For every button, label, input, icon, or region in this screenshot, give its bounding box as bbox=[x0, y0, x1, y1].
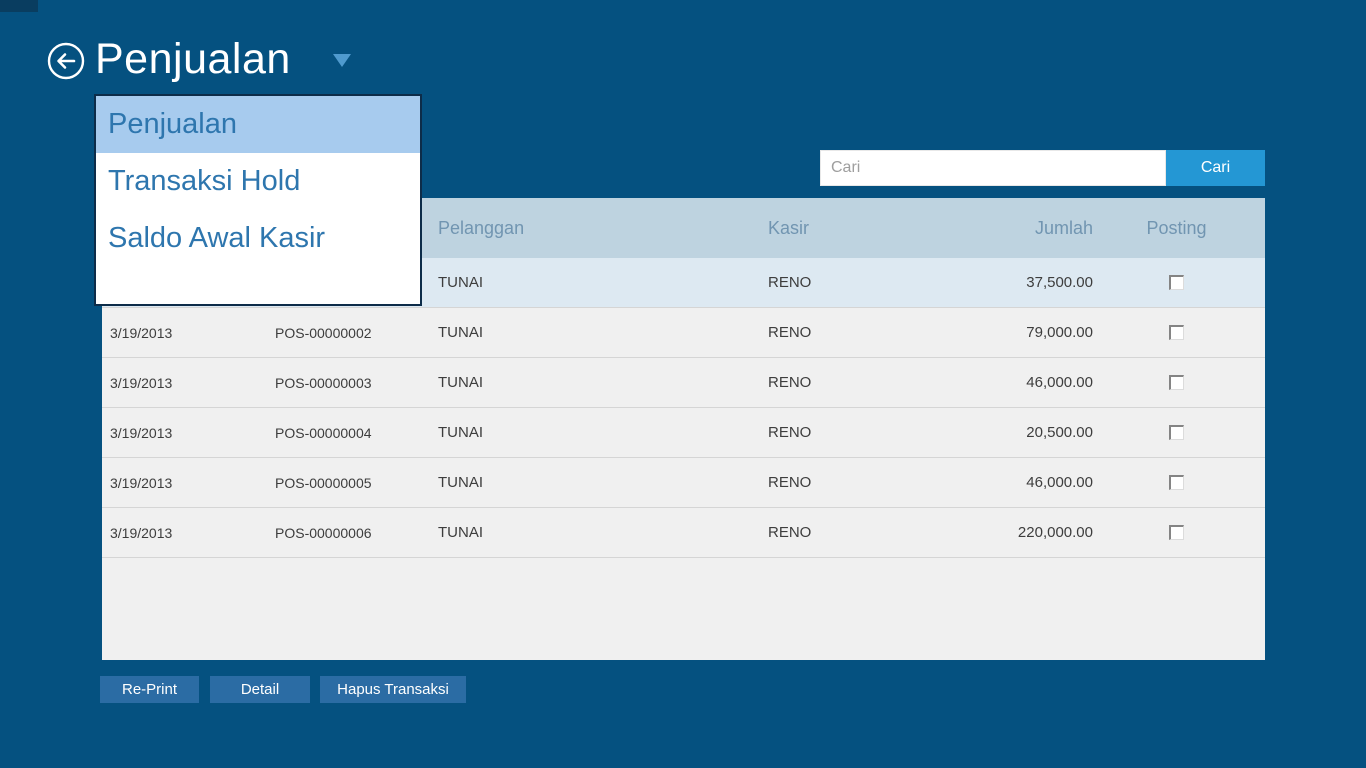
search-button[interactable]: Cari bbox=[1166, 150, 1265, 186]
back-button[interactable] bbox=[47, 42, 85, 80]
table-row[interactable]: 3/19/2013 POS-00000002 TUNAI RENO 79,000… bbox=[102, 308, 1265, 358]
cell-transaction-no: POS-00000003 bbox=[267, 375, 432, 391]
chevron-down-icon[interactable] bbox=[333, 54, 351, 67]
cell-date: 3/19/2013 bbox=[102, 425, 267, 441]
posting-checkbox[interactable] bbox=[1169, 475, 1184, 490]
header-posting: Posting bbox=[1102, 218, 1265, 239]
cell-kasir: RENO bbox=[762, 274, 932, 291]
cell-pelanggan: TUNAI bbox=[432, 374, 762, 391]
cell-jumlah: 220,000.00 bbox=[932, 524, 1102, 541]
posting-checkbox[interactable] bbox=[1169, 525, 1184, 540]
posting-checkbox[interactable] bbox=[1169, 375, 1184, 390]
cell-pelanggan: TUNAI bbox=[432, 324, 762, 341]
search-input[interactable] bbox=[820, 150, 1166, 186]
cell-pelanggan: TUNAI bbox=[432, 524, 762, 541]
cell-jumlah: 20,500.00 bbox=[932, 424, 1102, 441]
page-title[interactable]: Penjualan bbox=[95, 28, 291, 90]
cell-kasir: RENO bbox=[762, 474, 932, 491]
detail-button[interactable]: Detail bbox=[210, 676, 310, 703]
cell-pelanggan: TUNAI bbox=[432, 474, 762, 491]
posting-checkbox[interactable] bbox=[1169, 275, 1184, 290]
cell-pelanggan: TUNAI bbox=[432, 274, 762, 291]
cell-date: 3/19/2013 bbox=[102, 325, 267, 341]
cell-date: 3/19/2013 bbox=[102, 375, 267, 391]
cell-date: 3/19/2013 bbox=[102, 475, 267, 491]
header-pelanggan: Pelanggan bbox=[432, 218, 762, 239]
table-row[interactable]: 3/19/2013 POS-00000005 TUNAI RENO 46,000… bbox=[102, 458, 1265, 508]
cell-transaction-no: POS-00000004 bbox=[267, 425, 432, 441]
dropdown-item-saldo-awal-kasir[interactable]: Saldo Awal Kasir bbox=[96, 210, 420, 267]
cell-kasir: RENO bbox=[762, 324, 932, 341]
table-row[interactable]: 3/19/2013 POS-00000006 TUNAI RENO 220,00… bbox=[102, 508, 1265, 558]
cell-transaction-no: POS-00000002 bbox=[267, 325, 432, 341]
cell-kasir: RENO bbox=[762, 524, 932, 541]
table-row[interactable]: 3/19/2013 POS-00000004 TUNAI RENO 20,500… bbox=[102, 408, 1265, 458]
window-corner-artifact bbox=[0, 0, 38, 12]
nav-dropdown: Penjualan Transaksi Hold Saldo Awal Kasi… bbox=[94, 94, 422, 306]
cell-jumlah: 79,000.00 bbox=[932, 324, 1102, 341]
table-row[interactable]: 3/19/2013 POS-00000003 TUNAI RENO 46,000… bbox=[102, 358, 1265, 408]
cell-pelanggan: TUNAI bbox=[432, 424, 762, 441]
dropdown-item-transaksi-hold[interactable]: Transaksi Hold bbox=[96, 153, 420, 210]
cell-date: 3/19/2013 bbox=[102, 525, 267, 541]
cell-jumlah: 46,000.00 bbox=[932, 474, 1102, 491]
cell-kasir: RENO bbox=[762, 424, 932, 441]
back-arrow-icon bbox=[47, 68, 85, 83]
cell-transaction-no: POS-00000006 bbox=[267, 525, 432, 541]
dropdown-item-penjualan[interactable]: Penjualan bbox=[96, 96, 420, 153]
posting-checkbox[interactable] bbox=[1169, 325, 1184, 340]
posting-checkbox[interactable] bbox=[1169, 425, 1184, 440]
cell-jumlah: 46,000.00 bbox=[932, 374, 1102, 391]
hapus-transaksi-button[interactable]: Hapus Transaksi bbox=[320, 676, 466, 703]
cell-transaction-no: POS-00000005 bbox=[267, 475, 432, 491]
header-jumlah: Jumlah bbox=[932, 218, 1102, 239]
header-kasir: Kasir bbox=[762, 218, 932, 239]
action-bar: Re-Print Detail Hapus Transaksi bbox=[100, 676, 466, 703]
cell-jumlah: 37,500.00 bbox=[932, 274, 1102, 291]
reprint-button[interactable]: Re-Print bbox=[100, 676, 199, 703]
cell-kasir: RENO bbox=[762, 374, 932, 391]
